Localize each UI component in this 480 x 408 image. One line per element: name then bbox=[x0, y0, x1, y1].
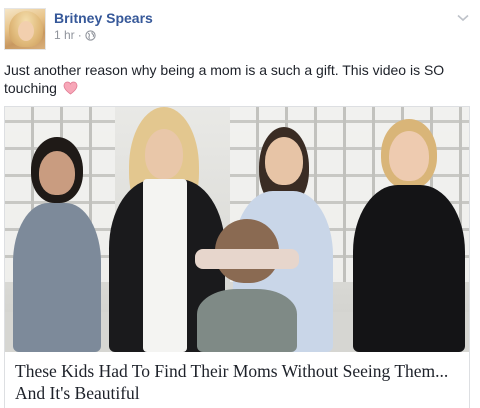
shared-link-card[interactable]: These Kids Had To Find Their Moms Withou… bbox=[4, 106, 470, 408]
post-message: Just another reason why being a mom is a… bbox=[4, 61, 470, 97]
link-headline[interactable]: These Kids Had To Find Their Moms Withou… bbox=[15, 360, 459, 404]
video-thumbnail[interactable] bbox=[5, 107, 469, 352]
heart-emoji bbox=[63, 81, 78, 95]
mom-figure-1 bbox=[13, 137, 101, 352]
author-avatar[interactable] bbox=[4, 8, 46, 50]
mom-figure-4 bbox=[353, 119, 465, 352]
author-name-link[interactable]: Britney Spears bbox=[54, 9, 153, 27]
post-timestamp[interactable]: 1 hr bbox=[54, 28, 75, 42]
chevron-down-icon[interactable] bbox=[456, 10, 470, 22]
post-meta: 1 hr · bbox=[54, 28, 96, 42]
avatar-face bbox=[18, 21, 34, 41]
blindfolded-child-figure bbox=[187, 219, 307, 352]
meta-separator: · bbox=[77, 28, 82, 42]
facebook-post: Britney Spears 1 hr · Just another reaso… bbox=[0, 0, 480, 408]
link-title-area[interactable]: These Kids Had To Find Their Moms Withou… bbox=[5, 352, 469, 408]
globe-icon[interactable] bbox=[85, 29, 96, 41]
